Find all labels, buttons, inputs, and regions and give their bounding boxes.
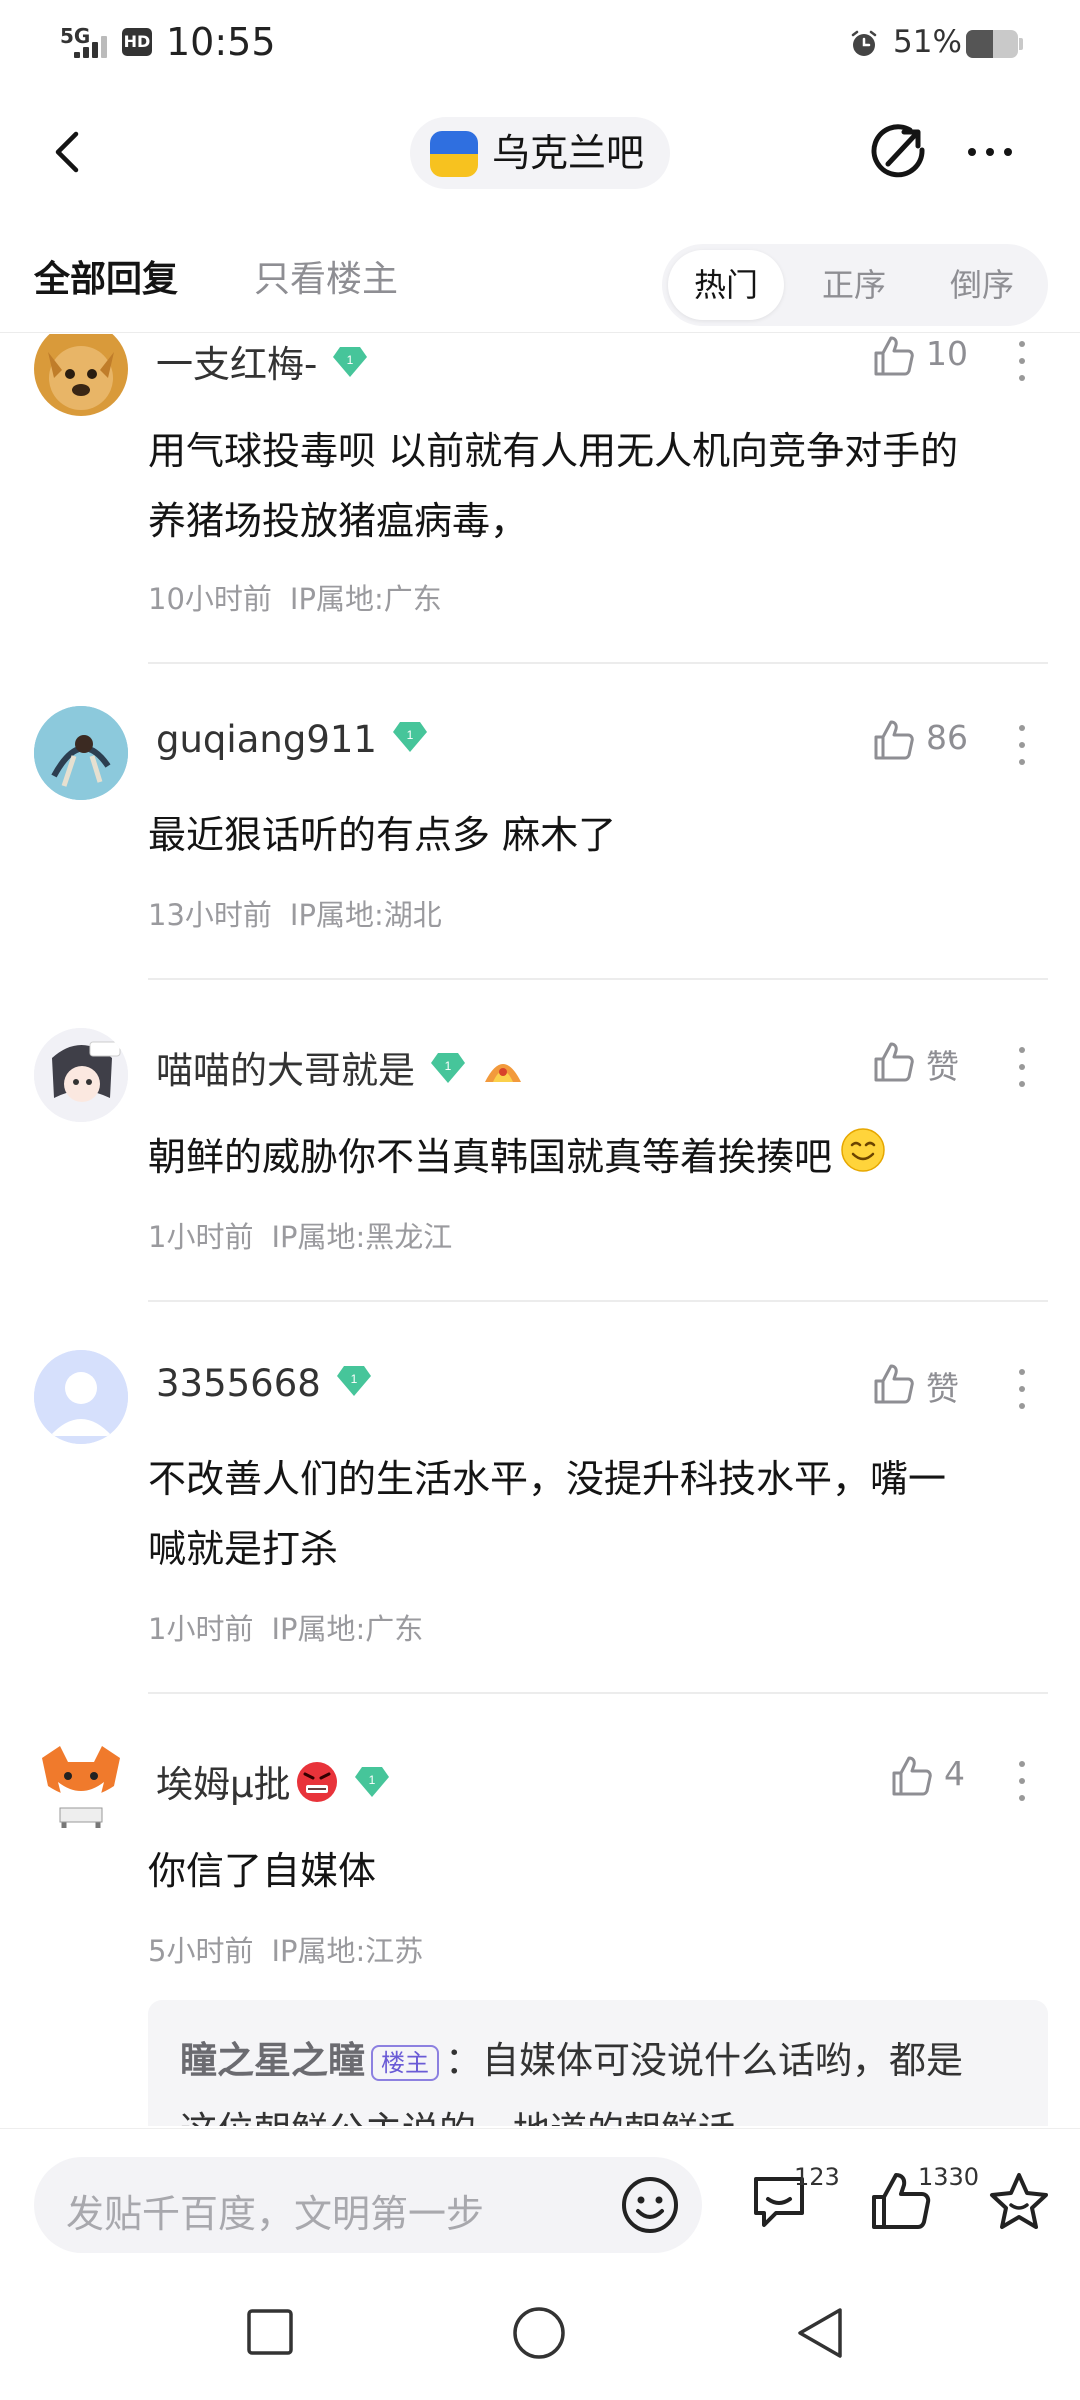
back-icon[interactable] [38, 122, 98, 182]
more-options-icon[interactable] [1012, 1364, 1032, 1414]
system-nav-bar [0, 2258, 1080, 2400]
battery-icon [966, 30, 1018, 58]
emoji-icon[interactable] [618, 2173, 682, 2237]
avatar[interactable] [34, 1738, 128, 1832]
svg-text:1: 1 [347, 353, 354, 367]
like-button[interactable]: 赞 [872, 1034, 992, 1094]
divider [148, 662, 1048, 664]
sub-reply[interactable]: 瞳之星之瞳楼主：自媒体可没说什么话哟，都是 这位朝鲜公主说的，地道的朝鲜话 [148, 2000, 1048, 2126]
thumbs-up-icon [874, 1042, 914, 1082]
username[interactable]: 喵喵的大哥就是 1 [156, 1040, 525, 1095]
svg-text:1: 1 [445, 1059, 452, 1073]
username[interactable]: 埃姆μ批 1 [156, 1754, 391, 1813]
like-count: 4 [944, 1754, 965, 1793]
ukraine-flag-icon [430, 131, 478, 177]
level-badge-icon: 1 [331, 345, 369, 388]
avatar[interactable] [34, 1028, 128, 1122]
more-icon[interactable] [960, 122, 1020, 182]
thumbs-up-icon [892, 1756, 932, 1796]
comment-input[interactable]: 发贴千百度，文明第一步 [34, 2157, 702, 2253]
like-label: 赞 [926, 1047, 959, 1086]
svg-text:1: 1 [407, 728, 414, 742]
post-body: 你信了自媒体 [148, 1849, 377, 1893]
angry-emoji-icon [295, 1760, 339, 1813]
thumbs-up-icon [874, 336, 914, 376]
more-options-icon[interactable] [1012, 1042, 1032, 1092]
forum-title: 乌克兰吧 [492, 131, 645, 175]
post-body: 朝鲜的威胁你不当真韩国就真等着挨揍吧 [148, 1122, 1048, 1195]
divider [148, 1692, 1048, 1694]
hd-icon: HD [122, 28, 152, 56]
post-meta: 13小时前 IP属地:湖北 [148, 898, 442, 932]
like-count: 86 [926, 718, 968, 757]
sort-desc[interactable]: 倒序 [924, 250, 1040, 320]
more-options-icon[interactable] [1012, 1756, 1032, 1806]
fan-badge-icon [481, 1050, 525, 1095]
post-meta: 10小时前 IP属地:广东 [148, 582, 442, 616]
level-badge-icon: 1 [335, 1364, 373, 1407]
battery-percent: 51% [893, 24, 962, 60]
level-badge-icon: 1 [429, 1051, 467, 1094]
thumbs-up-icon [874, 720, 914, 760]
sort-segment: 热门 正序 倒序 [662, 244, 1048, 326]
level-badge-icon: 1 [391, 720, 429, 763]
avatar[interactable] [34, 1350, 128, 1444]
sort-hot[interactable]: 热门 [668, 250, 784, 320]
avatar[interactable] [34, 706, 128, 800]
tab-op-only[interactable]: 只看楼主 [254, 250, 398, 302]
thumbs-up-icon [874, 1364, 914, 1404]
divider [0, 332, 1080, 333]
post-body: 不改善人们的生活水平，没提升科技水平，嘴一 喊就是打杀 [148, 1457, 947, 1571]
back-nav-icon[interactable] [794, 2306, 846, 2360]
op-tag: 楼主 [371, 2044, 439, 2081]
post-body: 最近狠话听的有点多 麻木了 [148, 813, 617, 857]
top-nav: 乌克兰吧 [0, 100, 1080, 210]
recent-apps-icon[interactable] [246, 2308, 294, 2356]
post-meta: 1小时前 IP属地:广东 [148, 1612, 424, 1646]
avatar[interactable] [34, 334, 128, 416]
svg-text:1: 1 [350, 1372, 357, 1386]
like-button[interactable]: 赞 [872, 1356, 992, 1416]
bottom-input-bar: 发贴千百度，文明第一步 123 1330 [0, 2128, 1080, 2258]
username[interactable]: guqiang911 1 [156, 718, 429, 763]
signal-icon [74, 36, 108, 58]
sub-reply-username[interactable]: 瞳之星之瞳 [180, 2039, 365, 2082]
reply-list[interactable]: 一支红梅- 1 10 用气球投毒呗 以前就有人用无人机向竞争对手的 养猪场投放猪瘟… [0, 334, 1080, 2126]
like-label: 赞 [926, 1369, 959, 1408]
more-options-icon[interactable] [1012, 336, 1032, 386]
clock: 10:55 [166, 20, 276, 64]
svg-text:1: 1 [368, 1773, 375, 1787]
post-meta: 1小时前 IP属地:黑龙江 [148, 1220, 453, 1254]
alarm-icon [851, 30, 877, 56]
comment-count: 123 [794, 2163, 840, 2191]
more-options-icon[interactable] [1012, 720, 1032, 770]
username[interactable]: 3355668 1 [156, 1362, 373, 1407]
divider [148, 978, 1048, 980]
reply-tabs: 全部回复 只看楼主 热门 正序 倒序 [0, 228, 1080, 333]
like-count: 1330 [918, 2163, 980, 2191]
like-button[interactable]: 4 [890, 1748, 1010, 1808]
username[interactable]: 一支红梅- 1 [156, 334, 369, 388]
post-body: 用气球投毒呗 以前就有人用无人机向竞争对手的 养猪场投放猪瘟病毒， [148, 429, 959, 543]
forum-title-pill[interactable]: 乌克兰吧 [410, 117, 670, 189]
status-bar: 5G HD 10:55 51% [0, 0, 1080, 86]
home-icon[interactable] [512, 2306, 566, 2360]
like-button[interactable]: 86 [872, 712, 992, 772]
divider [148, 1300, 1048, 1302]
like-button[interactable]: 10 [872, 334, 992, 388]
smile-emoji-icon [840, 1125, 886, 1195]
level-badge-icon: 1 [353, 1765, 391, 1808]
sort-asc[interactable]: 正序 [796, 250, 912, 320]
like-count: 10 [926, 334, 968, 373]
post-meta: 5小时前 IP属地:江苏 [148, 1934, 424, 1968]
tab-all-replies[interactable]: 全部回复 [34, 250, 178, 302]
share-icon[interactable] [866, 120, 930, 184]
comment-placeholder: 发贴千百度，文明第一步 [66, 2192, 485, 2236]
star-icon[interactable] [986, 2169, 1052, 2235]
